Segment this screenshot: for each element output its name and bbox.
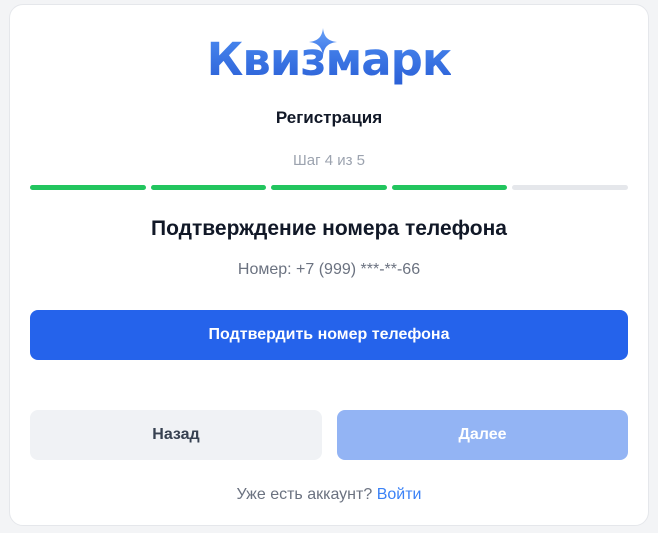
logo: Квизмарк xyxy=(10,28,648,91)
back-button[interactable]: Назад xyxy=(30,410,322,460)
progress-segment-pending xyxy=(512,185,628,190)
login-link[interactable]: Войти xyxy=(377,486,422,503)
step-indicator: Шаг 4 из 5 xyxy=(292,152,365,169)
progress-segment-complete xyxy=(271,185,387,190)
sparkle-icon xyxy=(309,28,337,56)
registration-card: Квизмарк Регистрация Шаг 4 из 5 Подтверж… xyxy=(9,4,649,526)
step-progress-bar xyxy=(30,185,628,190)
next-button[interactable]: Далее xyxy=(337,410,628,460)
progress-segment-complete xyxy=(391,185,508,190)
page-title: Регистрация xyxy=(275,108,383,127)
section-title: Подтверждение номера телефона xyxy=(151,217,507,240)
login-prompt-text: Уже есть аккаунт? xyxy=(236,486,373,503)
confirm-phone-button[interactable]: Подтвердить номер телефона xyxy=(30,310,628,360)
masked-phone-number: Номер: +7 (999) ***-**-66 xyxy=(237,261,421,278)
login-prompt: Уже есть аккаунт? Войти xyxy=(10,486,648,504)
progress-segment-complete xyxy=(30,185,146,190)
progress-segment-complete xyxy=(150,185,267,190)
